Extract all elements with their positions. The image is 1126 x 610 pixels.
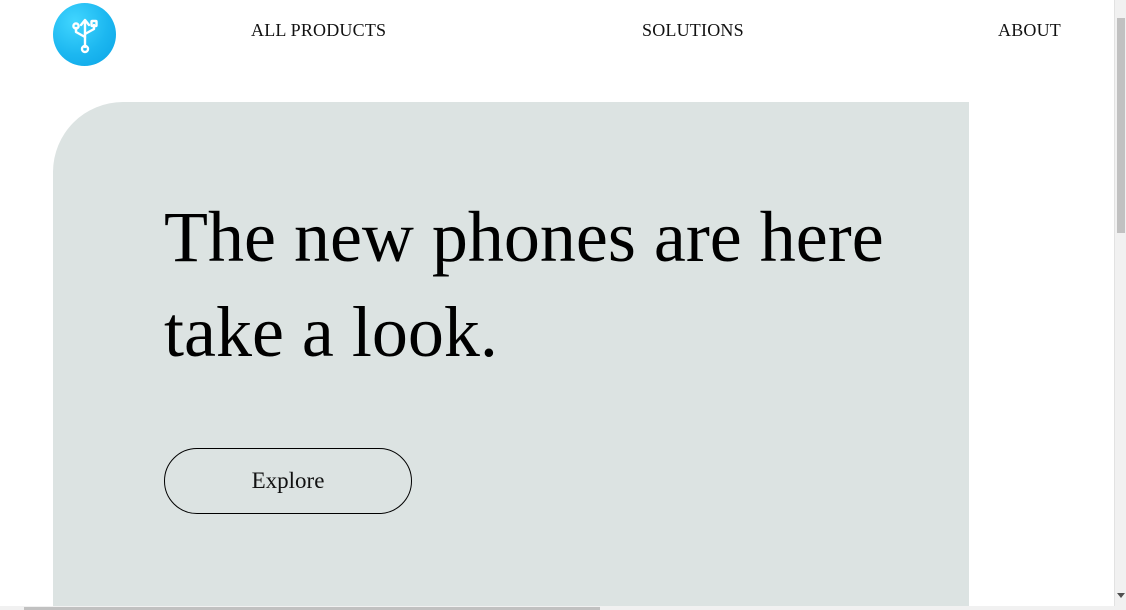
logo[interactable] [53, 3, 116, 66]
nav-about[interactable]: ABOUT [998, 20, 1061, 41]
vertical-scrollbar[interactable] [1114, 0, 1126, 610]
explore-button[interactable]: Explore [164, 448, 412, 514]
nav-all-products[interactable]: ALL PRODUCTS [251, 20, 386, 41]
hero-banner: The new phones are here take a look. Exp… [53, 102, 969, 610]
vertical-scrollbar-thumb[interactable] [1117, 18, 1125, 233]
usb-icon [71, 18, 98, 53]
nav-solutions[interactable]: SOLUTIONS [642, 20, 744, 41]
scroll-down-arrow-icon[interactable] [1117, 593, 1125, 598]
horizontal-scrollbar[interactable] [0, 606, 1115, 610]
hero-heading: The new phones are here take a look. [164, 197, 884, 372]
